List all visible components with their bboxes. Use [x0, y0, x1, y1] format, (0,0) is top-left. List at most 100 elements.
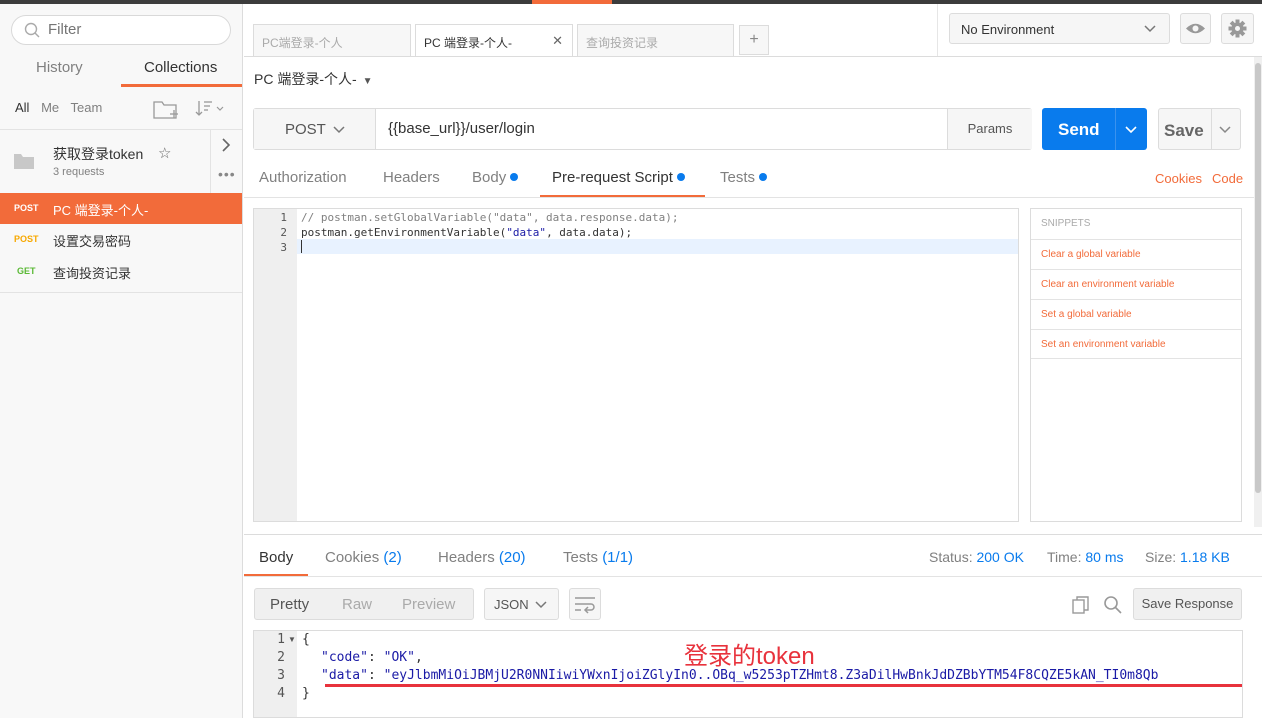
request-item[interactable]: POST PC 端登录-个人- [0, 193, 242, 224]
line-number: 1 [277, 632, 285, 647]
request-item[interactable]: POST 设置交易密码 [0, 224, 242, 255]
tab-headers[interactable]: Headers [383, 169, 440, 186]
snippet-item[interactable]: Set an environment variable [1031, 329, 1241, 359]
code-link[interactable]: Code [1212, 171, 1243, 186]
owner-filters: All Me Team [15, 100, 110, 115]
gear-icon [1228, 19, 1247, 38]
indicator-dot [510, 173, 519, 181]
tab-count: (1/1) [602, 549, 634, 566]
tab-body[interactable]: Body [472, 169, 519, 186]
json-colon: : [367, 650, 384, 665]
json-key: "code" [321, 650, 368, 665]
format-type-select[interactable]: JSON [484, 588, 559, 620]
url-bar: POST {{base_url}}/user/login Params [253, 108, 1032, 150]
code-string: "data" [506, 226, 547, 239]
params-button[interactable]: Params [947, 109, 1032, 149]
tab-label: Pre-request Script [552, 169, 673, 186]
chevron-right-icon[interactable] [220, 138, 232, 152]
format-toggle: Pretty Raw Preview [254, 588, 474, 620]
json-brace: { [302, 632, 310, 647]
sort-icon[interactable] [194, 98, 226, 118]
collection-name: 获取登录token [53, 146, 144, 162]
indicator-dot [676, 173, 685, 181]
add-tab-button[interactable]: + [739, 25, 769, 55]
tab-label: Body [472, 169, 507, 186]
copy-icon[interactable] [1071, 595, 1091, 615]
divider [1115, 108, 1116, 150]
tab-tests[interactable]: Tests [720, 169, 768, 186]
filter-team[interactable]: Team [71, 100, 103, 115]
cookies-link[interactable]: Cookies [1155, 171, 1202, 186]
divider [244, 576, 1262, 577]
wrap-lines-button[interactable] [569, 588, 601, 620]
tab-authorization[interactable]: Authorization [259, 169, 347, 186]
send-label: Send [1058, 120, 1100, 139]
json-brace: } [302, 686, 310, 701]
fold-icon[interactable]: ▼ [288, 635, 296, 644]
method-badge: GET [17, 266, 36, 276]
tab-label: PC端登录-个人 [262, 36, 343, 50]
search-icon [24, 22, 40, 38]
save-button[interactable]: Save [1158, 108, 1241, 150]
code-text: , data.response.data); [532, 211, 679, 224]
eye-icon [1186, 23, 1205, 34]
more-icon[interactable]: ••• [218, 166, 236, 182]
snippet-item[interactable]: Clear a global variable [1031, 239, 1241, 269]
request-item[interactable]: GET 查询投资记录 [0, 256, 242, 287]
scrollbar-thumb[interactable] [1255, 63, 1261, 493]
close-icon[interactable]: ✕ [552, 33, 563, 49]
snippet-item[interactable]: Set a global variable [1031, 299, 1241, 329]
new-folder-icon[interactable] [152, 98, 180, 120]
search-icon[interactable] [1103, 595, 1123, 615]
size-value: 1.18 KB [1180, 549, 1230, 565]
code-text: postman.getEnvironmentVariable( [301, 226, 507, 239]
chevron-down-icon[interactable] [1218, 122, 1232, 136]
method-badge: POST [14, 234, 39, 244]
line-number: 2 [280, 226, 287, 239]
json-comma: , [414, 650, 423, 665]
tab-request[interactable]: PC端登录-个人 [253, 24, 411, 57]
url-input[interactable]: {{base_url}}/user/login [388, 120, 535, 137]
tab-collections[interactable]: Collections [144, 59, 217, 76]
filter-input[interactable] [48, 21, 218, 38]
json-line: } [302, 686, 310, 701]
tab-response-body[interactable]: Body [259, 549, 293, 566]
format-preview[interactable]: Preview [402, 596, 455, 613]
environment-select[interactable]: No Environment [949, 13, 1170, 44]
code-text: // postman.setGlobalVariable( [301, 211, 494, 224]
environment-quick-look-button[interactable] [1180, 13, 1211, 44]
format-raw[interactable]: Raw [342, 596, 372, 613]
send-button[interactable]: Send [1042, 108, 1147, 150]
tab-request-active[interactable]: PC 端登录-个人- ✕ [415, 24, 573, 57]
filter-all[interactable]: All [15, 100, 29, 115]
filter-field[interactable] [11, 15, 231, 45]
format-type-label: JSON [494, 597, 529, 612]
tab-test-results[interactable]: Tests (1/1) [563, 549, 633, 566]
filter-me[interactable]: Me [41, 100, 59, 115]
tab-label: 查询投资记录 [586, 36, 659, 50]
request-title[interactable]: PC 端登录-个人- ▼ [254, 69, 373, 89]
collection-item[interactable]: 获取登录token ☆ 3 requests ••• [0, 130, 242, 193]
scrollbar[interactable] [1254, 57, 1262, 527]
chevron-down-icon[interactable] [1124, 122, 1138, 136]
request-tabs: Authorization Headers Body Pre-request S… [244, 163, 1262, 197]
star-icon[interactable]: ☆ [158, 144, 171, 162]
divider [1211, 109, 1212, 149]
tab-history[interactable]: History [36, 59, 83, 76]
method-badge: POST [14, 203, 39, 213]
tab-request[interactable]: 查询投资记录 [577, 24, 734, 57]
folder-icon [14, 154, 34, 169]
tab-pre-request-script[interactable]: Pre-request Script [552, 169, 685, 186]
script-editor[interactable]: 1 2 3 // postman.setGlobalVariable("data… [253, 208, 1019, 522]
settings-button[interactable] [1221, 13, 1254, 44]
tab-response-cookies[interactable]: Cookies (2) [325, 549, 402, 566]
tab-response-headers[interactable]: Headers (20) [438, 549, 526, 566]
format-pretty[interactable]: Pretty [270, 596, 309, 613]
snippet-item[interactable]: Clear an environment variable [1031, 269, 1241, 299]
save-response-button[interactable]: Save Response [1133, 588, 1242, 620]
caret-down-icon[interactable]: ▼ [363, 76, 373, 87]
sidebar: History Collections All Me Team 获取登录toke… [0, 4, 243, 718]
line-number: 1 [280, 211, 287, 224]
method-select[interactable]: POST [254, 109, 376, 149]
request-name: 设置交易密码 [53, 234, 132, 249]
